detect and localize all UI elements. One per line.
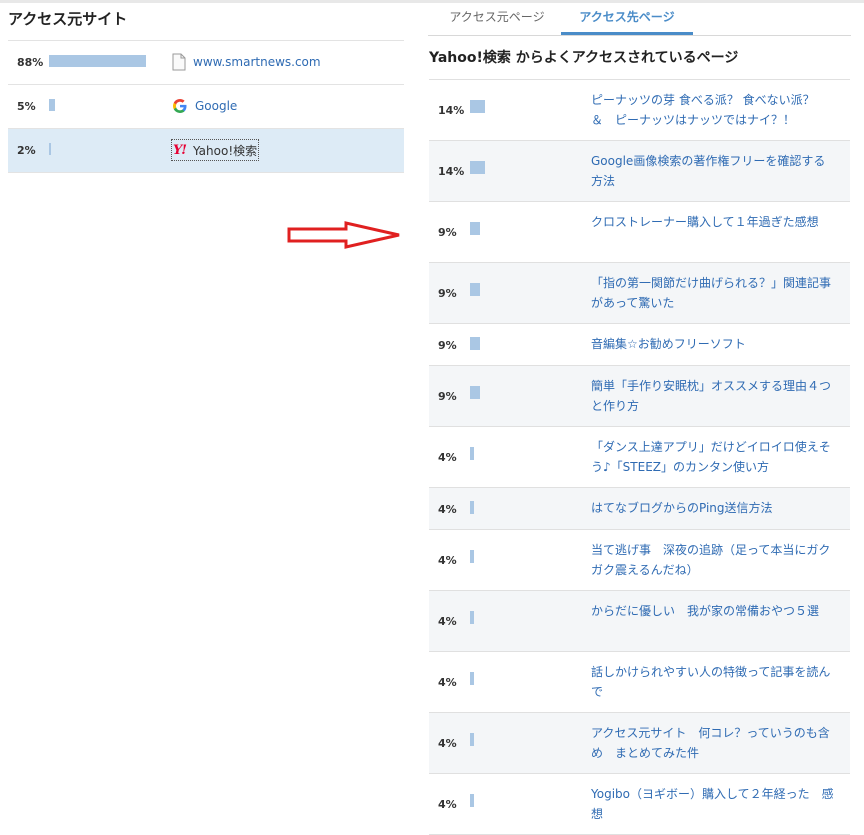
referrer-percent: 88% — [17, 56, 44, 69]
page-share-bar — [470, 386, 480, 399]
referrer-row-google[interactable]: 5% Google — [8, 85, 404, 129]
red-right-arrow-icon — [287, 221, 400, 249]
referrer-site-link[interactable]: Y! Yahoo!検索 — [170, 139, 260, 161]
referrer-site-name: Google — [195, 99, 238, 113]
page-percent: 4% — [438, 798, 457, 811]
page-row: 14% Google画像検索の著作権フリーを確認する方法 — [429, 141, 850, 202]
page-link[interactable]: 「指の第一関節だけ曲げられる？」関連記事があって驚いた — [591, 273, 835, 313]
page-row: 4% 「ダンス上達アプリ」だけどイロイロ使えそう♪「STEEZ」のカンタン使い方 — [429, 427, 850, 488]
page-link[interactable]: はてなブログからのPing送信方法 — [591, 498, 835, 518]
page-share-bar — [470, 447, 474, 460]
page-row: 9% 「指の第一関節だけ曲げられる？」関連記事があって驚いた — [429, 263, 850, 324]
page-percent: 4% — [438, 451, 457, 464]
page-row: 9% クロストレーナー購入して１年過ぎた感想 — [429, 202, 850, 263]
page-link[interactable]: Google画像検索の著作権フリーを確認する方法 — [591, 151, 835, 191]
destination-pages-title: Yahoo!検索 からよくアクセスされているページ — [429, 50, 739, 66]
page-row: 14% ピーナッツの芽 食べる派？ 食べない派？ ＆ ピーナッツはナッツではナイ… — [429, 80, 850, 141]
referrer-site-link[interactable]: www.smartnews.com — [172, 52, 321, 72]
referrer-percent: 2% — [17, 144, 36, 157]
page-link[interactable]: 話しかけられやすい人の特徴って記事を読んで — [591, 662, 835, 702]
page-row: 9% 音編集☆お勧めフリーソフト — [429, 324, 850, 366]
referrer-site-name: Yahoo!検索 — [193, 143, 258, 158]
page-percent: 4% — [438, 676, 457, 689]
page-share-bar — [470, 283, 480, 296]
file-icon — [172, 53, 186, 71]
page-row: 4% 当て逃げ事 深夜の追跡（足って本当にガクガク震えるんだね） — [429, 530, 850, 591]
page-link[interactable]: からだに優しい 我が家の常備おやつ５選 — [591, 601, 835, 621]
page-percent: 4% — [438, 737, 457, 750]
page-row: 9% 簡単「手作り安眠枕」オススメする理由４つと作り方 — [429, 366, 850, 427]
referrer-share-bar — [49, 55, 146, 67]
page-percent: 9% — [438, 339, 457, 352]
page-link[interactable]: クロストレーナー購入して１年過ぎた感想 — [591, 212, 835, 232]
page-share-bar — [470, 794, 474, 807]
page-share-bar — [470, 611, 474, 624]
page-share-bar — [470, 337, 480, 350]
page-row: 4% 話しかけられやすい人の特徴って記事を読んで — [429, 652, 850, 713]
page-share-bar — [470, 672, 474, 685]
referrer-row-yahoo[interactable]: 2% Y! Yahoo!検索 — [8, 129, 404, 173]
page-link[interactable]: ピーナッツの芽 食べる派？ 食べない派？ ＆ ピーナッツはナッツではナイ？！ — [591, 90, 835, 130]
referrer-site-link[interactable]: Google — [172, 96, 237, 116]
referrer-site-name: www.smartnews.com — [193, 55, 321, 69]
referrer-sites-title: アクセス元サイト — [8, 10, 128, 28]
page-link[interactable]: Yogibo（ヨギボー）購入して２年経った 感想 — [591, 784, 835, 824]
google-icon — [173, 99, 187, 113]
page-link[interactable]: 簡単「手作り安眠枕」オススメする理由４つと作り方 — [591, 376, 835, 416]
yahoo-icon: Y! — [173, 142, 187, 158]
page-share-bar — [470, 100, 485, 113]
page-row: 4% Yogibo（ヨギボー）購入して２年経った 感想 — [429, 774, 850, 835]
page-share-bar — [470, 501, 474, 514]
tab-destination-pages[interactable]: アクセス先ページ — [561, 8, 693, 35]
destination-page-list: 14% ピーナッツの芽 食べる派？ 食べない派？ ＆ ピーナッツはナッツではナイ… — [429, 79, 850, 835]
page-row: 4% はてなブログからのPing送信方法 — [429, 488, 850, 530]
page-percent: 9% — [438, 226, 457, 239]
page-percent: 4% — [438, 554, 457, 567]
page-share-bar — [470, 550, 474, 563]
page-row: 4% アクセス元サイト 何コレ？っていうのも含め まとめてみた件 — [429, 713, 850, 774]
page-link[interactable]: 当て逃げ事 深夜の追跡（足って本当にガクガク震えるんだね） — [591, 540, 835, 580]
page-row: 4% からだに優しい 我が家の常備おやつ５選 — [429, 591, 850, 652]
page-percent: 4% — [438, 503, 457, 516]
page-percent: 4% — [438, 615, 457, 628]
referrer-row-smartnews[interactable]: 88% www.smartnews.com — [8, 41, 404, 85]
page-link[interactable]: 「ダンス上達アプリ」だけどイロイロ使えそう♪「STEEZ」のカンタン使い方 — [591, 437, 835, 477]
page-tabs: アクセス元ページ アクセス先ページ — [428, 0, 851, 36]
page-share-bar — [470, 733, 474, 746]
page-share-bar — [470, 161, 485, 174]
page-share-bar — [470, 222, 480, 235]
page-percent: 9% — [438, 390, 457, 403]
referrer-site-list: 88% www.smartnews.com 5% Google 2% Y! Ya… — [8, 40, 404, 173]
page-link[interactable]: アクセス元サイト 何コレ？っていうのも含め まとめてみた件 — [591, 723, 835, 763]
page-percent: 9% — [438, 287, 457, 300]
page-percent: 14% — [438, 165, 465, 178]
referrer-share-bar — [49, 143, 51, 155]
tab-source-pages[interactable]: アクセス元ページ — [434, 8, 560, 34]
page-link[interactable]: 音編集☆お勧めフリーソフト — [591, 334, 835, 354]
page-percent: 14% — [438, 104, 465, 117]
referrer-share-bar — [49, 99, 55, 111]
referrer-percent: 5% — [17, 100, 36, 113]
